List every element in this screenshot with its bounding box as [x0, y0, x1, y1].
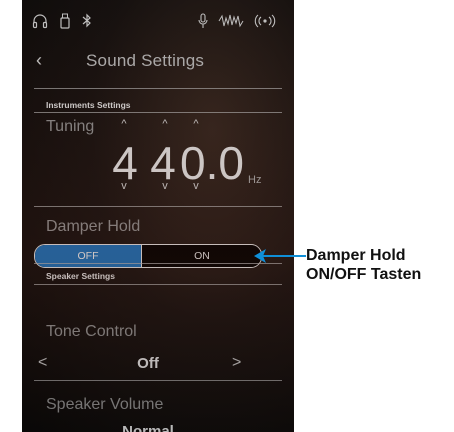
- back-chevron-icon[interactable]: ‹: [36, 50, 42, 71]
- divider: [34, 112, 282, 113]
- wireless-icon: [254, 14, 276, 28]
- recorder-icon: [218, 14, 244, 28]
- piano-screen: ‹ Sound Settings Instruments Settings Tu…: [22, 0, 294, 432]
- damper-hold-label: Damper Hold: [46, 218, 141, 235]
- page-title: Sound Settings: [86, 51, 205, 70]
- damper-hold-callout: Damper Hold ON/OFF Tasten: [306, 246, 421, 284]
- section-instruments-settings: Instruments Settings: [46, 100, 131, 110]
- microphone-icon: [198, 13, 208, 28]
- tuning-digit2-down-button[interactable]: v: [157, 180, 173, 192]
- divider: [34, 284, 282, 285]
- tuning-unit: Hz: [248, 174, 262, 186]
- speaker-volume-value: Normal: [122, 423, 174, 432]
- section-speaker-settings: Speaker Settings: [46, 271, 115, 281]
- divider: [34, 206, 282, 207]
- status-bar: [22, 0, 294, 44]
- speaker-volume-label: Speaker Volume: [46, 396, 164, 413]
- divider: [34, 263, 282, 264]
- callout-line-2: ON/OFF Tasten: [306, 266, 422, 283]
- tone-control-value: Off: [137, 355, 159, 372]
- usb-icon: [60, 13, 70, 29]
- tone-control-prev-button[interactable]: <: [38, 354, 47, 372]
- divider: [34, 88, 282, 89]
- tuning-digit1-up-button[interactable]: ^: [116, 118, 132, 130]
- tone-control-next-button[interactable]: >: [232, 354, 241, 372]
- bluetooth-icon: [82, 13, 91, 28]
- tuning-digit3-up-button[interactable]: ^: [188, 118, 204, 130]
- tuning-digit2-up-button[interactable]: ^: [157, 118, 173, 130]
- tuning-digit1-down-button[interactable]: v: [116, 180, 132, 192]
- damper-hold-toggle: OFF ON: [34, 244, 262, 268]
- callout-line-1: Damper Hold: [306, 247, 406, 264]
- divider: [34, 380, 282, 381]
- tone-control-label: Tone Control: [46, 323, 137, 340]
- tuning-digit3-down-button[interactable]: v: [188, 180, 204, 192]
- tuning-label: Tuning: [46, 118, 95, 135]
- callout-arrow-icon: [254, 249, 306, 263]
- headphones-icon: [32, 14, 48, 29]
